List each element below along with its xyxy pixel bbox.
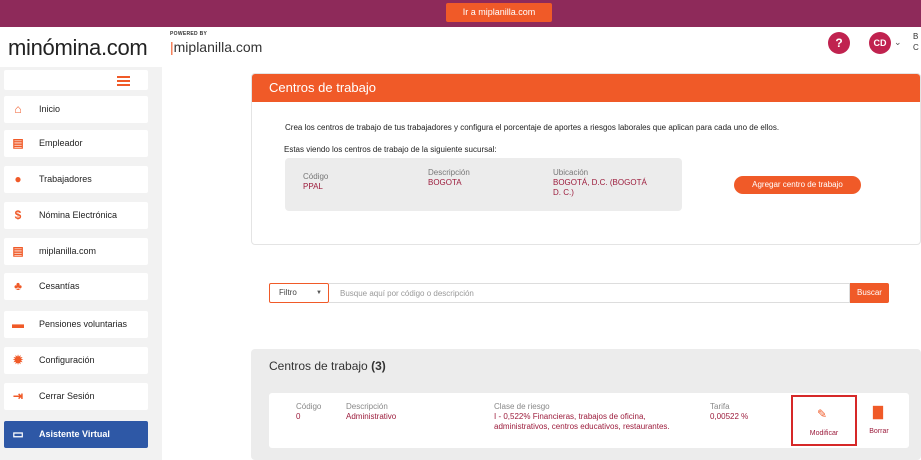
top-bar: Ir a miplanilla.com <box>0 0 921 27</box>
pencil-icon: ✎ <box>817 407 828 421</box>
branch-location: BOGOTÁ, D.C. (BOGOTÁ D. C.) <box>553 178 647 197</box>
page-title: Centros de trabajo <box>252 74 920 102</box>
go-to-miplanilla-button[interactable]: Ir a miplanilla.com <box>446 3 552 22</box>
filter-bar: Filtro ▼ Buscar <box>269 283 889 303</box>
home-icon: ⌂ <box>14 102 22 116</box>
sidebar-toggle-button[interactable] <box>4 70 148 90</box>
centros-card: Centros de trabajo Crea los centros de t… <box>251 73 921 245</box>
chevron-down-icon[interactable]: ⌄ <box>894 37 902 48</box>
trash-icon: ▇ <box>873 404 883 419</box>
help-icon[interactable]: ? <box>828 32 850 54</box>
miplanilla-logo: |miplanilla.com <box>170 39 263 55</box>
building-icon: ▤ <box>12 244 24 258</box>
sidebar-item-empleador[interactable]: ▤ Empleador <box>4 130 148 157</box>
table-row: Código 0 Descripción Administrativo Clas… <box>269 393 909 448</box>
powered-by-label: POWERED BY <box>170 31 208 37</box>
sidebar-item-inicio[interactable]: ⌂ Inicio <box>4 96 148 123</box>
dollar-icon: $ <box>14 208 22 222</box>
sidebar-item-pensiones-voluntarias[interactable]: ▬ Pensiones voluntarias <box>4 311 148 338</box>
branch-desc: BOGOTA <box>428 178 462 187</box>
caret-down-icon: ▼ <box>316 290 322 296</box>
row-risk: I - 0,522% Financieras, trabajos de ofic… <box>494 412 670 431</box>
row-rate-label: Tarifa <box>710 402 730 411</box>
minomina-logo[interactable]: minómina.com <box>8 35 148 61</box>
branch-code: PPAL <box>303 182 323 191</box>
branch-subtitle: Estas viendo los centros de trabajo de l… <box>284 145 497 154</box>
hamburger-menu-icon[interactable] <box>117 76 130 86</box>
piggy-bank-icon: ♣ <box>14 279 22 293</box>
delete-button[interactable]: ▇ Borrar <box>857 395 901 446</box>
sidebar-item-cesantias[interactable]: ♣ Cesantías <box>4 273 148 300</box>
money-icon: ▬ <box>12 317 24 331</box>
row-desc-label: Descripción <box>346 402 388 411</box>
sidebar-item-nomina-electronica[interactable]: $ Nómina Electrónica <box>4 202 148 229</box>
row-code-label: Código <box>296 402 322 411</box>
sidebar-item-configuracion[interactable]: ✹ Configuración <box>4 347 148 374</box>
branch-code-label: Código <box>303 172 329 181</box>
branch-location-label: Ubicación <box>553 168 589 177</box>
list-title: Centros de trabajo (3) <box>269 359 386 373</box>
chat-icon: ▭ <box>12 427 24 441</box>
building-icon: ▤ <box>12 136 24 150</box>
sidebar-item-miplanilla[interactable]: ▤ miplanilla.com <box>4 238 148 265</box>
sidebar-item-trabajadores[interactable]: ● Trabajadores <box>4 166 148 193</box>
sidebar-item-asistente-virtual[interactable]: ▭ Asistente Virtual <box>4 421 148 448</box>
users-icon: ● <box>14 172 22 186</box>
sidebar-item-cerrar-sesion[interactable]: ⇥ Cerrar Sesión <box>4 383 148 410</box>
search-input[interactable] <box>329 283 850 303</box>
centros-description: Crea los centros de trabajo de tus traba… <box>285 123 780 132</box>
centros-list: Centros de trabajo (3) Código 0 Descripc… <box>251 349 921 460</box>
user-name-text: BC <box>913 32 919 52</box>
row-desc: Administrativo <box>346 412 397 421</box>
filter-select[interactable]: Filtro ▼ <box>269 283 329 303</box>
branch-info: Código PPAL Descripción BOGOTA Ubicación… <box>285 158 682 211</box>
user-avatar[interactable]: CD <box>869 32 891 54</box>
modify-button[interactable]: ✎ Modificar <box>791 395 857 446</box>
header: minómina.com POWERED BY |miplanilla.com … <box>0 27 921 67</box>
search-button[interactable]: Buscar <box>850 283 889 303</box>
row-risk-label: Clase de riesgo <box>494 402 550 411</box>
row-code: 0 <box>296 412 301 421</box>
add-centro-button[interactable]: Agregar centro de trabajo <box>734 176 861 194</box>
logout-icon: ⇥ <box>12 389 24 403</box>
branch-desc-label: Descripción <box>428 168 470 177</box>
gear-icon: ✹ <box>12 353 24 367</box>
row-rate: 0,00522 % <box>710 412 749 421</box>
